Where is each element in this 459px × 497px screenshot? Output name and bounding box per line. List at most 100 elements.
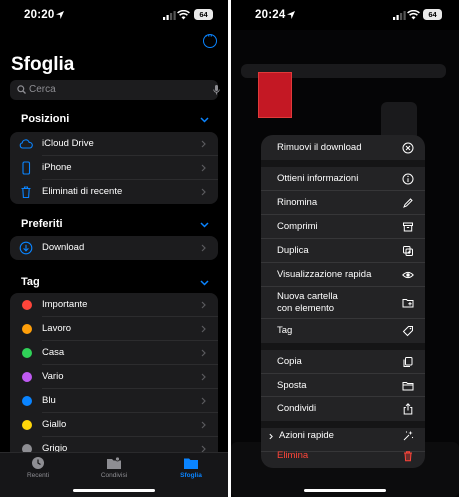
menu-item-nuova-cartella-con-elemento[interactable]: Nuova cartella con elemento <box>261 287 425 319</box>
clock-icon <box>32 457 44 469</box>
selected-file-thumbnail[interactable] <box>258 72 292 118</box>
chevron-down-icon[interactable] <box>200 222 209 228</box>
section-header-tags: Tag <box>21 276 40 288</box>
copy-icon <box>403 357 413 367</box>
tag-label: Blu <box>42 395 56 406</box>
tag-icon <box>402 326 413 337</box>
location-item-recently-deleted[interactable]: Eliminati di recente <box>10 180 218 204</box>
favorite-item-download[interactable]: Download <box>10 236 218 260</box>
menu-item-comprimi[interactable]: Comprimi <box>261 215 425 239</box>
location-label: Eliminati di recente <box>42 186 123 197</box>
menu-item-label: Nuova cartella con elemento <box>277 291 338 314</box>
section-header-favorites: Preferiti <box>21 218 63 230</box>
share-icon <box>403 403 413 415</box>
status-time: 20:20 <box>24 9 55 21</box>
favorite-label: Download <box>42 242 85 253</box>
chevron-right-icon <box>201 373 206 381</box>
microphone-icon[interactable] <box>213 85 220 95</box>
tab-label: Recenti <box>26 472 50 479</box>
chevron-right-icon <box>201 301 206 309</box>
menu-item-label: Rimuovi il download <box>277 141 362 153</box>
tag-item-vario[interactable]: Vario <box>10 365 218 389</box>
menu-item-sposta[interactable]: Sposta <box>261 374 425 397</box>
cloud-icon <box>19 139 33 149</box>
menu-item-label: Sposta <box>277 379 307 391</box>
location-label: iPhone <box>42 162 72 173</box>
menu-item-label: Rinomina <box>277 197 318 208</box>
menu-item-condividi[interactable]: Condividi <box>261 397 425 421</box>
tab-recenti[interactable]: Recenti <box>8 456 68 479</box>
info-icon <box>402 173 414 185</box>
chevron-right-icon <box>201 188 206 196</box>
tag-item-importante[interactable]: Importante <box>10 293 218 317</box>
location-arrow-icon <box>287 11 295 19</box>
menu-item-azioni-rapide[interactable]: Azioni rapide <box>261 428 425 452</box>
menu-item-duplica[interactable]: Duplica <box>261 239 425 263</box>
duplicate-icon <box>403 246 413 256</box>
tag-label: Importante <box>42 299 88 310</box>
menu-item-label: Copia <box>277 356 302 367</box>
tag-label: Giallo <box>42 419 67 430</box>
tag-item-lavoro[interactable]: Lavoro <box>10 317 218 341</box>
tag-color-dot-icon <box>22 324 32 334</box>
menu-group-gap <box>261 160 425 167</box>
menu-item-label: Ottieni informazioni <box>277 173 359 184</box>
new-folder-icon <box>402 299 414 308</box>
download-icon <box>19 241 33 255</box>
menu-item-ottieni-informazioni[interactable]: Ottieni informazioni <box>261 167 425 191</box>
menu-item-tag[interactable]: Tag <box>261 319 425 343</box>
menu-item-rinomina[interactable]: Rinomina <box>261 191 425 215</box>
chevron-right-icon <box>269 433 273 439</box>
menu-item-elimina[interactable]: Elimina <box>261 444 425 468</box>
chevron-right-icon <box>201 164 206 172</box>
menu-item-label: Comprimi <box>277 221 318 232</box>
menu-group-gap <box>261 343 425 350</box>
section-header-locations: Posizioni <box>21 113 70 125</box>
tag-item-giallo[interactable]: Giallo <box>10 413 218 437</box>
trash-icon <box>21 186 31 199</box>
tag-color-dot-icon <box>22 372 32 382</box>
menu-item-label: Tag <box>277 325 293 336</box>
location-item-icloud-drive[interactable]: iCloud Drive <box>10 132 218 156</box>
tag-color-dot-icon <box>22 396 32 406</box>
page-title: Sfoglia <box>11 54 75 75</box>
pencil-icon <box>403 198 413 208</box>
search-input[interactable]: Cerca <box>10 80 220 100</box>
menu-item-label: Elimina <box>277 450 309 461</box>
wifi-icon <box>177 10 190 20</box>
more-options-icon[interactable] <box>203 31 217 48</box>
home-indicator[interactable] <box>304 489 386 492</box>
chevron-right-icon <box>201 397 206 405</box>
location-label: iCloud Drive <box>42 138 94 149</box>
tags-list: Importante Lavoro Casa Vario Blu Giallo Grigio <box>10 293 218 461</box>
tag-item-casa[interactable]: Casa <box>10 341 218 365</box>
search-icon <box>17 85 26 94</box>
tag-label: Vario <box>42 371 64 382</box>
chevron-down-icon[interactable] <box>200 117 209 123</box>
chevron-right-icon <box>201 349 206 357</box>
menu-item-rimuovi-il-download[interactable]: Rimuovi il download <box>261 135 425 160</box>
location-item-iphone[interactable]: iPhone <box>10 156 218 180</box>
move-folder-icon <box>402 381 414 390</box>
signal-icon <box>163 11 176 20</box>
menu-item-copia[interactable]: Copia <box>261 350 425 374</box>
shared-folder-icon <box>107 456 121 469</box>
menu-item-visualizzazione-rapida[interactable]: Visualizzazione rapida <box>261 263 425 287</box>
menu-item-label: Condividi <box>277 403 317 414</box>
menu-item-label: Duplica <box>277 245 309 256</box>
chevron-down-icon[interactable] <box>200 280 209 286</box>
home-indicator[interactable] <box>73 489 155 492</box>
context-menu-screen: 20:24 64 Rimuovi il download Ottieni info… <box>231 0 459 497</box>
menu-item-label: Azioni rapide <box>279 430 334 441</box>
tab-sfoglia[interactable]: Sfoglia <box>161 456 221 479</box>
context-menu: Rimuovi il download Ottieni informazioni R… <box>261 135 425 468</box>
status-time: 20:24 <box>255 9 286 21</box>
signal-icon <box>393 11 406 20</box>
tag-color-dot-icon <box>22 300 32 310</box>
status-bar: 20:24 64 <box>231 0 459 30</box>
menu-group-gap <box>261 421 425 428</box>
tag-label: Lavoro <box>42 323 72 334</box>
status-bar: 20:20 64 <box>0 0 228 30</box>
tab-condivisi[interactable]: Condivisi <box>84 456 144 479</box>
tag-item-blu[interactable]: Blu <box>10 389 218 413</box>
